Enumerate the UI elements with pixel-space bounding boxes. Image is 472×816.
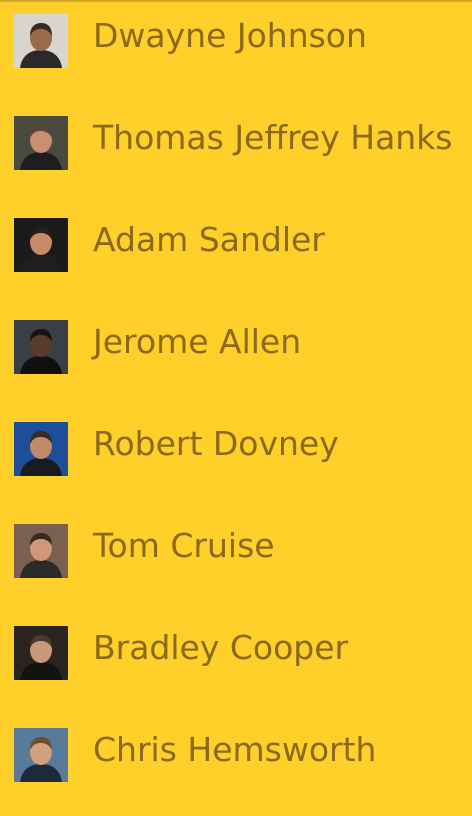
person-name: Thomas Jeffrey Hanks xyxy=(93,118,453,157)
avatar xyxy=(14,422,68,476)
avatar xyxy=(14,116,68,170)
avatar xyxy=(14,626,68,680)
list-item[interactable]: Thomas Jeffrey Hanks xyxy=(0,102,472,204)
avatar xyxy=(14,728,68,782)
person-name: Bradley Cooper xyxy=(93,628,349,667)
person-photo-icon xyxy=(14,320,68,374)
person-photo-icon xyxy=(14,422,68,476)
person-name: Dwayne Johnson xyxy=(93,16,367,55)
person-photo-icon xyxy=(14,524,68,578)
person-photo-icon xyxy=(14,14,68,68)
person-name: Tom Cruise xyxy=(93,526,275,565)
person-name: Adam Sandler xyxy=(93,220,325,259)
list-item[interactable]: Tom Cruise xyxy=(0,510,472,612)
list-item[interactable]: Chris Hemsworth xyxy=(0,714,472,816)
avatar xyxy=(14,524,68,578)
list-item[interactable]: Jerome Allen xyxy=(0,306,472,408)
person-photo-icon xyxy=(14,626,68,680)
list-item[interactable]: Robert Dovney xyxy=(0,408,472,510)
avatar xyxy=(14,320,68,374)
person-photo-icon xyxy=(14,728,68,782)
list-item[interactable]: Bradley Cooper xyxy=(0,612,472,714)
person-name: Jerome Allen xyxy=(93,322,302,361)
list-item[interactable]: Dwayne Johnson xyxy=(0,0,472,102)
list-item[interactable]: Adam Sandler xyxy=(0,204,472,306)
person-name: Chris Hemsworth xyxy=(93,730,377,769)
person-photo-icon xyxy=(14,218,68,272)
avatar xyxy=(14,14,68,68)
people-list: Dwayne Johnson Thomas Jeffrey Hanks Adam… xyxy=(0,0,472,816)
person-photo-icon xyxy=(14,116,68,170)
avatar xyxy=(14,218,68,272)
person-name: Robert Dovney xyxy=(93,424,339,463)
